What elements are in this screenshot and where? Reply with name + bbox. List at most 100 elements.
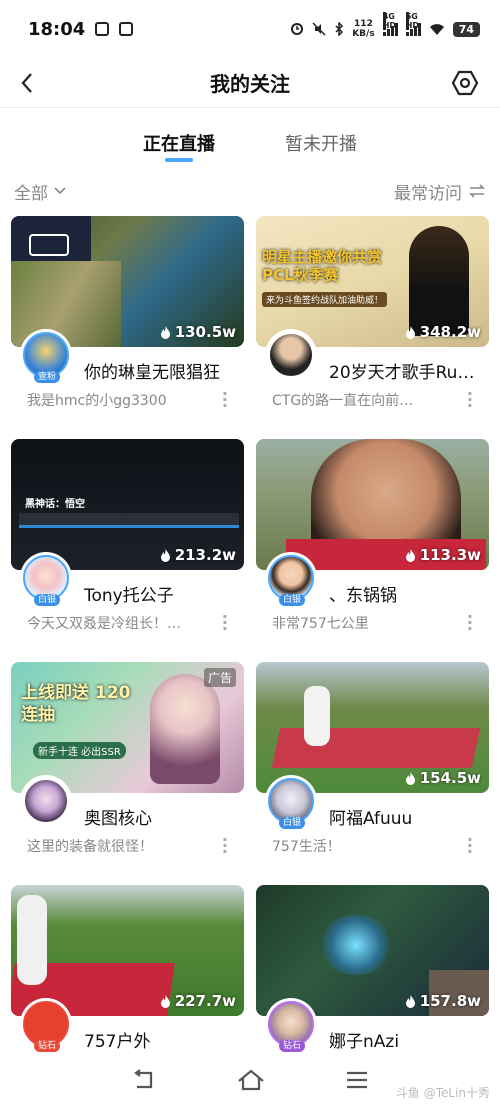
streamer-name: Tony托公子 xyxy=(84,586,174,606)
room-title: CTG的路一直在向前… xyxy=(272,393,414,409)
fire-icon xyxy=(160,994,170,1008)
ad-card[interactable]: 上线即送 120连抽 新手十连 必出SSR 广告 奥图核心 这里的装备就很怪！ … xyxy=(11,662,244,860)
filter-row: 全部 最常访问 xyxy=(0,176,500,206)
avatar xyxy=(268,332,314,378)
signal-4g-icon: 4G HD xyxy=(382,12,398,36)
tab-bar: 正在直播 暂未开播 xyxy=(0,120,500,168)
fire-icon xyxy=(405,325,415,339)
ad-label: 广告 xyxy=(203,668,236,687)
room-title: 今天又双叒是冷组长！… xyxy=(27,616,181,632)
settings-button[interactable] xyxy=(448,66,482,100)
speed-value: 112 xyxy=(354,19,373,29)
settings-hexagon-icon xyxy=(451,70,479,96)
stream-thumbnail: 154.5w xyxy=(256,662,489,793)
level-badge: 钻石 xyxy=(279,1040,306,1052)
thumb-headline: 上线即送 120连抽 xyxy=(21,683,131,725)
thumb-headline: 黑神话：悟空 xyxy=(25,499,85,510)
stream-card[interactable]: 157.8w 钻石 娜子nAzi xyxy=(256,885,489,1080)
streamer-name: 757户外 xyxy=(84,1032,151,1052)
category-filter-label: 全部 xyxy=(14,183,48,204)
tab-offline[interactable]: 暂未开播 xyxy=(285,120,357,168)
stream-thumbnail: 130.5w xyxy=(11,216,244,347)
speed-unit: KB/s xyxy=(352,29,375,39)
avatar xyxy=(23,778,69,824)
room-title: 我是hmc的小gg3300 xyxy=(27,393,167,409)
mute-icon xyxy=(312,22,326,36)
system-menu-button[interactable] xyxy=(345,1070,369,1094)
room-title: 757生活！ xyxy=(272,839,341,855)
streamer-name: 、东锅锅 xyxy=(329,586,397,606)
thumb-headline: 明星主播邀你共赏 PCL秋季赛 xyxy=(262,248,383,284)
fire-icon xyxy=(160,325,170,339)
avatar-wrap: 钻石 xyxy=(20,998,72,1052)
system-home-button[interactable] xyxy=(237,1069,265,1095)
view-count: 348.2w xyxy=(405,323,481,341)
back-arrow-icon xyxy=(134,1068,153,1088)
more-options-button[interactable]: · · · xyxy=(467,832,473,860)
view-count: 213.2w xyxy=(160,546,236,564)
level-badge: 白银 xyxy=(279,817,306,829)
back-button[interactable] xyxy=(10,66,44,100)
streamer-name: 奥图核心 xyxy=(84,809,152,829)
avatar-wrap xyxy=(265,329,317,381)
more-options-button[interactable]: · · · xyxy=(467,609,473,637)
avatar-wrap: 白银 xyxy=(265,552,317,606)
stream-card[interactable]: 154.5w 白银 阿福Afuuu 757生活！ · · · xyxy=(256,662,489,860)
stream-card[interactable]: 113.3w 白银 、东锅锅 非常757七公里 · · · xyxy=(256,439,489,637)
stream-thumbnail: 黑神话：悟空 213.2w xyxy=(11,439,244,570)
alarm-icon xyxy=(291,23,304,35)
sort-filter[interactable]: 最常访问 xyxy=(394,179,486,204)
streamer-name: 阿福Afuuu xyxy=(329,809,413,829)
level-badge: 钻石 xyxy=(34,1040,61,1052)
view-count: 227.7w xyxy=(160,992,236,1010)
thumb-subline: 来为斗鱼签约战队加油助威！ xyxy=(262,292,388,307)
system-back-button[interactable] xyxy=(131,1068,157,1095)
streamer-name: 娜子nAzi xyxy=(329,1032,400,1052)
thumb-subline: 新手十连 必出SSR xyxy=(33,742,126,759)
bluetooth-icon xyxy=(335,22,344,36)
net2-label: 5G HD xyxy=(405,12,420,30)
menu-icon xyxy=(347,1071,367,1088)
fire-icon xyxy=(405,771,415,785)
fire-icon xyxy=(160,548,170,562)
tab-live[interactable]: 正在直播 xyxy=(143,120,215,168)
view-count-value: 227.7w xyxy=(174,992,236,1010)
view-count: 157.8w xyxy=(405,992,481,1010)
view-count-value: 213.2w xyxy=(174,546,236,564)
system-nav-bar xyxy=(0,1052,500,1111)
chevron-down-icon xyxy=(54,187,66,195)
view-count: 113.3w xyxy=(405,546,481,564)
view-count-value: 157.8w xyxy=(419,992,481,1010)
stream-thumbnail: 上线即送 120连抽 新手十连 必出SSR 广告 xyxy=(11,662,244,793)
stream-card[interactable]: 明星主播邀你共赏 PCL秋季赛 来为斗鱼签约战队加油助威！ 348.2w 20岁… xyxy=(256,216,489,414)
more-options-button[interactable]: · · · xyxy=(222,386,228,414)
streamer-name: 20岁天才歌手Ru… xyxy=(329,363,475,383)
more-options-button[interactable]: · · · xyxy=(222,609,228,637)
stream-thumbnail: 227.7w xyxy=(11,885,244,1016)
view-count-value: 348.2w xyxy=(419,323,481,341)
view-count-value: 130.5w xyxy=(174,323,236,341)
more-options-button[interactable]: · · · xyxy=(467,386,473,414)
room-title: 非常757七公里 xyxy=(272,616,369,632)
avatar-wrap: 壹粉 xyxy=(20,329,72,383)
signal-5g-icon: 5G HD xyxy=(405,12,421,36)
stream-card[interactable]: 227.7w 钻石 757户外 xyxy=(11,885,244,1080)
nav-bar: 我的关注 xyxy=(0,58,500,108)
chevron-left-icon xyxy=(21,73,32,93)
level-badge: 白银 xyxy=(34,594,61,606)
fire-icon xyxy=(405,548,415,562)
status-time: 18:04 xyxy=(28,18,86,40)
sort-filter-label: 最常访问 xyxy=(394,183,462,204)
home-icon xyxy=(238,1069,264,1090)
net1-label: 4G HD xyxy=(382,12,397,30)
stream-card[interactable]: 130.5w 壹粉 你的琳皇无限猖狂 我是hmc的小gg3300 · · · xyxy=(11,216,244,414)
page-title: 我的关注 xyxy=(210,72,290,96)
stream-card[interactable]: 黑神话：悟空 213.2w 白银 Tony托公子 今天又双叒是冷组长！… · · · xyxy=(11,439,244,637)
tv-icon xyxy=(95,22,110,36)
avatar-wrap: 白银 xyxy=(265,775,317,829)
stream-thumbnail: 113.3w xyxy=(256,439,489,570)
watermark: 斗鱼 @TeLin十秀 xyxy=(395,1086,490,1100)
more-options-button[interactable]: · · · xyxy=(222,832,228,860)
category-filter[interactable]: 全部 xyxy=(14,179,66,204)
stream-thumbnail: 明星主播邀你共赏 PCL秋季赛 来为斗鱼签约战队加油助威！ 348.2w xyxy=(256,216,489,347)
